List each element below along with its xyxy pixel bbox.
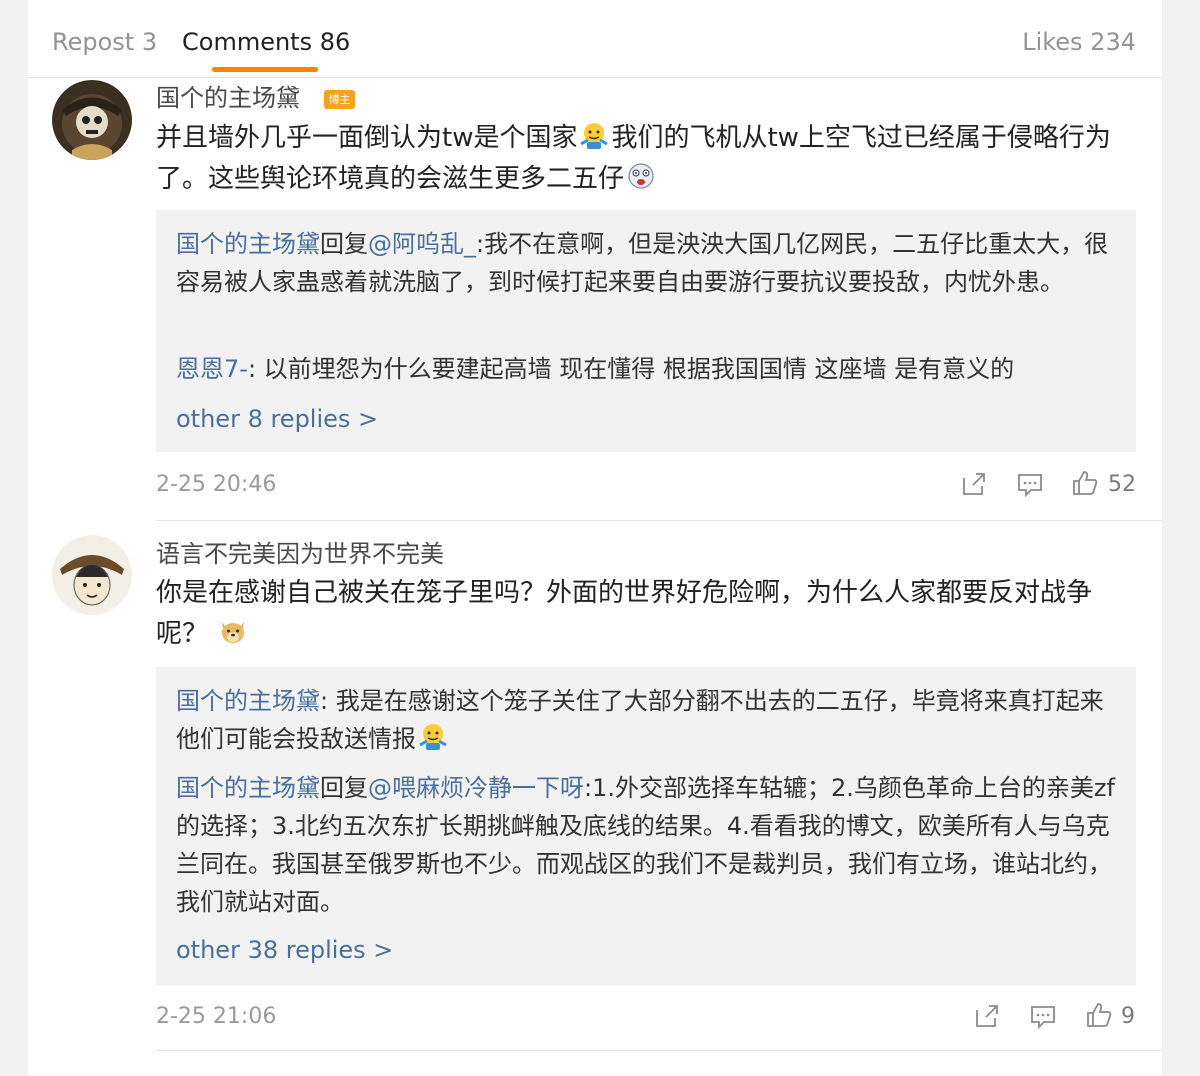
like-icon[interactable] [1071, 469, 1099, 497]
tab-repost[interactable]: Repost 3 [52, 27, 157, 57]
username[interactable]: 国个的主场黛 [156, 83, 300, 113]
active-tab-indicator [212, 67, 318, 72]
reply-author[interactable]: 恩恩7- [176, 355, 248, 383]
comment-timestamp: 2-25 21:06 [156, 1004, 277, 1029]
tab-likes[interactable]: Likes 234 [1022, 27, 1136, 57]
like-count: 52 [1108, 472, 1136, 497]
tab-comments[interactable]: Comments 86 [182, 27, 350, 57]
reply-author[interactable]: 国个的主场黛 [176, 230, 320, 258]
reply-mention[interactable]: @阿呜乱_ [368, 230, 476, 258]
comment-text-part: 你是在感谢自己被关在笼子里吗？外面的世界好危险啊，为什么人家都要反对战争呢？ [156, 578, 1093, 649]
comment-text: 并且墙外几乎一面倒认为tw是个国家 我们的飞机从tw上空飞过已经属于侵略行为了。这… [156, 118, 1141, 200]
reply-author[interactable]: 国个的主场黛 [176, 774, 320, 802]
tab-bar: Repost 3 Comments 86 Likes 234 [28, 0, 1162, 78]
comment-text: 你是在感谢自己被关在笼子里吗？外面的世界好危险啊，为什么人家都要反对战争呢？ [156, 573, 1141, 655]
reply-mention[interactable]: @喂麻烦冷静一下呀 [368, 774, 584, 802]
comment-timestamp: 2-25 20:46 [156, 472, 277, 497]
comment-icon[interactable] [1029, 1002, 1057, 1030]
reply-box: 国个的主场黛: 我是在感谢这个笼子关住了大部分翻不出去的二五仔，毕竟将来真打起来… [156, 667, 1136, 985]
divider [156, 1050, 1162, 1051]
more-replies-link[interactable]: other 38 replies > [176, 935, 393, 965]
scared-emoji [628, 163, 654, 189]
avatar[interactable] [52, 80, 132, 160]
username[interactable]: 语言不完美因为世界不完美 [156, 539, 444, 569]
divider [156, 520, 1162, 521]
avatar[interactable] [52, 535, 132, 615]
more-replies-link[interactable]: other 8 replies > [176, 404, 378, 434]
like-count: 9 [1121, 1004, 1135, 1029]
comment-text-part: 并且墙外几乎一面倒认为tw是个国家 [156, 123, 578, 153]
reply-author[interactable]: 国个的主场黛 [176, 687, 320, 715]
reply-word: 回复 [320, 230, 368, 258]
comments-panel: Repost 3 Comments 86 Likes 234 国个的主场黛 博主… [28, 0, 1162, 1076]
reply-text: : 以前埋怨为什么要建起高墙 现在懂得 根据我国国情 这座墙 是有意义的 [247, 355, 1015, 383]
reply-box: 国个的主场黛回复@阿呜乱_:我不在意啊，但是泱泱大国几亿网民，二五仔比重太大，很… [156, 210, 1136, 452]
reply-item: 国个的主场黛回复@喂麻烦冷静一下呀:1.外交部选择车轱辘；2.乌颜色革命上台的亲… [176, 769, 1116, 921]
blogger-badge: 博主 [324, 90, 355, 109]
like-icon[interactable] [1085, 1001, 1113, 1029]
doge-emoji [222, 622, 245, 643]
repost-icon[interactable] [973, 1002, 1001, 1030]
reply-item: 恩恩7-: 以前埋怨为什么要建起高墙 现在懂得 根据我国国情 这座墙 是有意义的 [176, 350, 1116, 388]
comment-icon[interactable] [1016, 470, 1044, 498]
reply-item: 国个的主场黛回复@阿呜乱_:我不在意啊，但是泱泱大国几亿网民，二五仔比重太大，很… [176, 225, 1116, 301]
reply-item: 国个的主场黛: 我是在感谢这个笼子关住了大部分翻不出去的二五仔，毕竟将来真打起来… [176, 682, 1116, 758]
repost-icon[interactable] [960, 470, 988, 498]
shrug-emoji [419, 724, 447, 750]
shrug-emoji [580, 123, 609, 149]
reply-word: 回复 [320, 774, 368, 802]
